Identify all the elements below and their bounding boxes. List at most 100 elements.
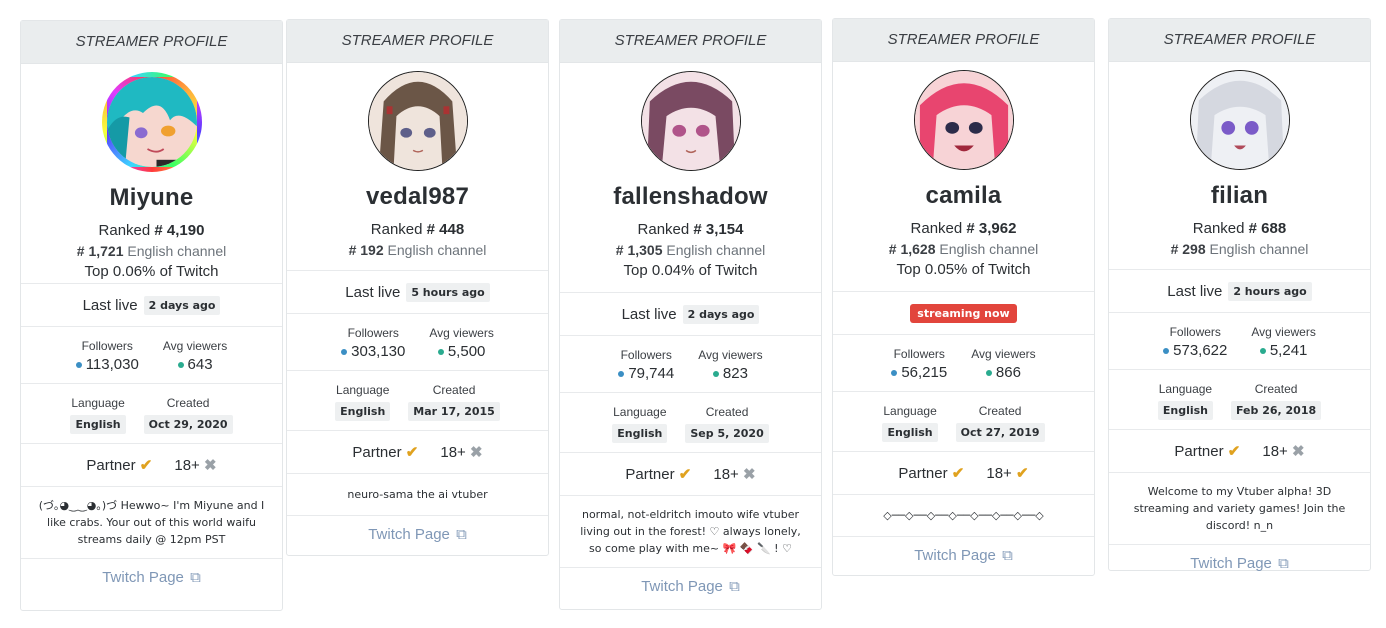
anime-avatar-silver-hair-icon: [1190, 71, 1289, 169]
partner-row: Partner ✔ 18+ ✖: [287, 431, 548, 474]
check-icon: ✔: [1227, 443, 1241, 460]
anime-avatar-teal-hair-icon: [106, 77, 197, 167]
check-icon: ✔: [1016, 465, 1029, 482]
avatar[interactable]: [101, 72, 202, 172]
language-label: Language: [1158, 382, 1213, 396]
stats-row: Followers 303,130 Avg viewers 5,500: [287, 314, 548, 371]
created-col: Created Sep 5, 2020: [685, 405, 769, 443]
streamer-card: STREAMER PROFILE fallenshadow Ranked # 3…: [559, 19, 822, 610]
followers-stat: Followers 56,215: [891, 347, 947, 381]
stats-row: Followers 56,215 Avg viewers 866: [833, 335, 1094, 392]
created-badge: Sep 5, 2020: [685, 424, 769, 443]
last-live-row: Last live 2 hours ago: [1109, 270, 1370, 313]
followers-stat: Followers 113,030: [75, 339, 139, 373]
language-col: Language English: [70, 396, 126, 434]
anime-avatar-brown-hair-icon: [368, 72, 467, 170]
cross-icon: ✖: [470, 444, 483, 461]
language-badge: English: [612, 424, 668, 443]
partner-row: Partner ✔ 18+ ✖: [21, 444, 282, 487]
followers-value: 573,622: [1173, 342, 1228, 359]
avg-viewers-stat: Avg viewers 823: [698, 348, 762, 382]
check-icon: ✔: [951, 465, 965, 482]
viewers-dot-icon: [985, 370, 992, 377]
followers-dot-icon: [618, 371, 625, 378]
check-icon: ✔: [139, 457, 153, 474]
language-label: Language: [71, 396, 125, 410]
stats-row: Followers 113,030 Avg viewers 643: [21, 327, 282, 384]
adult-status: 18+ ✖: [1262, 443, 1305, 460]
overall-rank: Ranked # 448: [370, 221, 465, 238]
last-live-badge: 5 hours ago: [406, 282, 490, 302]
created-col: Created Oct 29, 2020: [143, 396, 233, 434]
avatar[interactable]: [367, 71, 468, 171]
streamer-name[interactable]: camila: [839, 182, 1088, 210]
avg-viewers-label: Avg viewers: [698, 348, 763, 362]
avg-viewers-stat: Avg viewers 5,241: [1251, 325, 1315, 359]
followers-dot-icon: [341, 349, 348, 356]
overall-rank: Ranked # 4,190: [98, 222, 205, 239]
language-rank: # 1,721 English channel: [76, 243, 227, 259]
language-label: Language: [613, 405, 667, 419]
bio: normal, not-eldritch imouto wife vtuber …: [560, 496, 821, 568]
top-percent: Top 0.04% of Twitch: [623, 262, 758, 279]
twitch-page-link[interactable]: Twitch Page ⧉: [368, 526, 467, 543]
followers-value: 113,030: [85, 356, 139, 373]
external-link-icon: ⧉: [997, 547, 1013, 564]
meta-row: Language English Created Sep 5, 2020: [560, 393, 821, 453]
streamer-card: STREAMER PROFILE camila Ranked # 3,962 #…: [832, 18, 1095, 576]
language-col: Language English: [1157, 382, 1213, 420]
avatar[interactable]: [640, 71, 741, 171]
card-header: STREAMER PROFILE: [1109, 19, 1370, 62]
language-label: Language: [336, 383, 390, 397]
created-label: Created: [705, 405, 749, 419]
last-live-label: Last live: [82, 296, 138, 314]
viewers-dot-icon: [437, 349, 444, 356]
twitch-page-link[interactable]: Twitch Page ⧉: [914, 547, 1013, 564]
streamer-card: STREAMER PROFILE Miyune Ranked # 4,190 #…: [20, 20, 283, 611]
streaming-now-badge: streaming now: [910, 303, 1017, 323]
last-live-row: Last live 2 days ago: [21, 284, 282, 327]
language-rank: # 298 English channel: [1170, 241, 1309, 257]
check-icon: ✔: [678, 466, 692, 483]
streamer-card: STREAMER PROFILE vedal987 Ranked # 448 #…: [286, 19, 549, 556]
created-badge: Mar 17, 2015: [408, 402, 500, 421]
last-live-badge: 2 days ago: [682, 304, 760, 324]
language-col: Language English: [335, 383, 391, 421]
partner-status: Partner ✔: [352, 444, 419, 461]
card-footer: Twitch Page ⧉: [833, 537, 1094, 574]
partner-status: Partner ✔: [898, 465, 965, 482]
twitch-page-link[interactable]: Twitch Page ⧉: [641, 578, 740, 595]
card-footer: Twitch Page ⧉: [560, 568, 821, 605]
language-col: Language English: [882, 404, 938, 442]
twitch-page-link[interactable]: Twitch Page ⧉: [1190, 555, 1289, 572]
card-header: STREAMER PROFILE: [21, 21, 282, 64]
bio: (づ｡◕‿‿◕｡)づ Hewwo~ I'm Miyune and I like …: [21, 487, 282, 559]
cross-icon: ✖: [1292, 443, 1305, 460]
overall-rank: Ranked # 3,962: [910, 220, 1017, 237]
last-live-label: Last live: [621, 305, 677, 323]
bio: Welcome to my Vtuber alpha! 3D streaming…: [1109, 473, 1370, 545]
meta-row: Language English Created Feb 26, 2018: [1109, 370, 1370, 430]
created-label: Created: [432, 383, 476, 397]
cross-icon: ✖: [743, 466, 756, 483]
avg-viewers-label: Avg viewers: [162, 339, 228, 353]
external-link-icon: ⧉: [451, 526, 467, 543]
external-link-icon: ⧉: [185, 569, 201, 586]
created-badge: Oct 29, 2020: [143, 415, 233, 434]
followers-label: Followers: [347, 326, 399, 340]
followers-label: Followers: [893, 347, 945, 361]
last-live-badge: 2 hours ago: [1228, 281, 1312, 301]
streamer-name[interactable]: Miyune: [27, 184, 276, 212]
created-badge: Feb 26, 2018: [1230, 401, 1322, 420]
streamer-name[interactable]: filian: [1115, 182, 1364, 210]
followers-label: Followers: [81, 339, 133, 353]
avatar[interactable]: [1189, 70, 1290, 170]
card-header: STREAMER PROFILE: [833, 19, 1094, 62]
twitch-page-link[interactable]: Twitch Page ⧉: [102, 569, 201, 586]
last-live-row: Last live 5 hours ago: [287, 271, 548, 314]
streamer-name[interactable]: fallenshadow: [566, 183, 815, 211]
avg-viewers-value: 5,500: [447, 343, 486, 360]
avg-viewers-label: Avg viewers: [429, 326, 494, 340]
streamer-name[interactable]: vedal987: [293, 183, 542, 211]
avatar[interactable]: [913, 70, 1014, 170]
